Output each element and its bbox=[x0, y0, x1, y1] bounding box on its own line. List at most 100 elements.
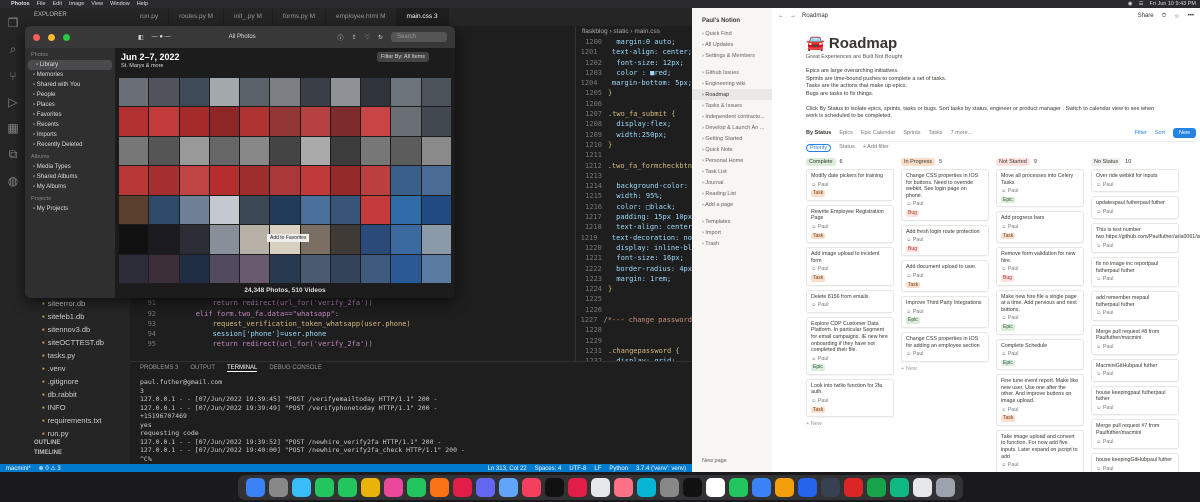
board-card[interactable]: Add document upload to user. ☺ Paul Task bbox=[901, 260, 989, 293]
dock-app-icon[interactable] bbox=[590, 477, 610, 497]
photo-thumbnail[interactable] bbox=[209, 195, 240, 225]
photo-thumbnail[interactable] bbox=[421, 195, 451, 225]
dock-app-icon[interactable] bbox=[912, 477, 932, 497]
photo-thumbnail[interactable] bbox=[119, 78, 149, 107]
status-eol[interactable]: LF bbox=[594, 466, 601, 472]
photo-thumbnail[interactable] bbox=[300, 195, 330, 225]
photo-thumbnail[interactable] bbox=[209, 107, 240, 136]
sort-link[interactable]: Sort bbox=[1155, 130, 1165, 136]
view-sprints[interactable]: Sprints bbox=[903, 130, 920, 136]
zoom-slider[interactable]: — ● — bbox=[152, 34, 171, 40]
photos-sidebar-item[interactable]: ▫ My Projects bbox=[25, 204, 115, 214]
view-epics[interactable]: Epics bbox=[839, 130, 852, 136]
notion-sidebar-item[interactable]: › Templates bbox=[692, 216, 772, 227]
dock-app-icon[interactable] bbox=[797, 477, 817, 497]
dock-app-icon[interactable] bbox=[843, 477, 863, 497]
photo-thumbnail[interactable] bbox=[209, 225, 240, 254]
photo-thumbnail[interactable] bbox=[149, 136, 179, 166]
photos-sidebar-item[interactable]: ▫ People bbox=[25, 90, 115, 100]
photo-thumbnail[interactable] bbox=[300, 254, 330, 283]
files-icon[interactable]: ❐ bbox=[8, 16, 19, 30]
photo-thumbnail[interactable] bbox=[209, 136, 240, 166]
dock-app-icon[interactable] bbox=[636, 477, 656, 497]
dock-app-icon[interactable] bbox=[866, 477, 886, 497]
dock-app-icon[interactable] bbox=[360, 477, 380, 497]
tab-init-py[interactable]: init_.py M bbox=[224, 8, 273, 26]
photo-thumbnail[interactable] bbox=[149, 107, 179, 136]
source-control-icon[interactable]: ⑂ bbox=[9, 69, 16, 83]
status-language[interactable]: Python bbox=[609, 466, 628, 472]
tab-run-py[interactable]: run.py bbox=[130, 8, 170, 26]
notion-sidebar-item[interactable]: › Github Issues bbox=[692, 67, 772, 78]
board-card[interactable]: Add fresh login route protection ☺ Paul Bu… bbox=[901, 224, 989, 257]
board-card[interactable]: Merge pull request #7 from Paulfuther/ma… bbox=[1091, 419, 1179, 450]
notion-sidebar-item[interactable]: › All Updates bbox=[692, 39, 772, 50]
notion-sidebar-item[interactable]: › Trash bbox=[692, 238, 772, 249]
board-card[interactable]: Modify date pickers for training ☺ Paul Ta… bbox=[806, 169, 894, 201]
page-breadcrumb[interactable]: Roadmap bbox=[802, 13, 828, 19]
photo-thumbnail[interactable] bbox=[240, 195, 270, 225]
minimize-button[interactable] bbox=[48, 33, 55, 41]
notion-sidebar-item[interactable]: › Quick Find bbox=[692, 28, 772, 39]
clock[interactable]: Fri Jun 10 9:43 PM bbox=[1150, 1, 1196, 7]
photos-sidebar-item[interactable]: ▫ Memories bbox=[25, 70, 115, 80]
photo-thumbnail[interactable] bbox=[149, 166, 179, 195]
view-epic-calendar[interactable]: Epic Calendar bbox=[861, 130, 896, 136]
notion-sidebar-item[interactable]: › Roadmap bbox=[692, 89, 772, 100]
file-item[interactable]: ▪ db.rabbit bbox=[26, 388, 130, 401]
dock-app-icon[interactable] bbox=[544, 477, 564, 497]
photo-thumbnail[interactable] bbox=[209, 254, 240, 283]
timeline-section[interactable]: TIMELINE bbox=[26, 448, 130, 458]
board-card[interactable]: updatespaul futherpaul futher ☺ Paul bbox=[1091, 196, 1179, 220]
board-card[interactable]: add remember mepaul futherpaul futher ☺ P… bbox=[1091, 290, 1179, 321]
dock-app-icon[interactable] bbox=[889, 477, 909, 497]
tab-employee-html[interactable]: employee.html M bbox=[326, 8, 397, 26]
photo-thumbnail[interactable] bbox=[330, 107, 361, 136]
css-breadcrumb[interactable]: flaskblog › static › main.css bbox=[576, 26, 692, 37]
share-button[interactable]: Share bbox=[1138, 13, 1154, 20]
add-card-button[interactable]: + New bbox=[901, 366, 989, 372]
photo-thumbnail[interactable] bbox=[179, 166, 209, 195]
status-position[interactable]: Ln 313, Col 22 bbox=[488, 466, 527, 472]
column-status[interactable]: Complete bbox=[806, 158, 836, 166]
run-debug-icon[interactable]: ▷ bbox=[8, 95, 17, 109]
status-problems[interactable]: ⊗ 0 ⚠ 3 bbox=[39, 465, 61, 472]
photo-thumbnail[interactable] bbox=[149, 195, 179, 225]
photo-thumbnail[interactable] bbox=[119, 195, 149, 225]
dock-app-icon[interactable] bbox=[659, 477, 679, 497]
panel-tab-terminal[interactable]: TERMINAL bbox=[227, 365, 258, 372]
docker-icon[interactable]: ◍ bbox=[8, 174, 18, 188]
sidebar-toggle-icon[interactable]: ◧ bbox=[138, 34, 144, 41]
back-icon[interactable]: ← bbox=[778, 13, 784, 19]
photo-thumbnail[interactable] bbox=[119, 136, 149, 166]
photo-thumbnail[interactable] bbox=[361, 166, 391, 195]
photos-sidebar-item[interactable]: ▫ Recents bbox=[25, 120, 115, 130]
photo-thumbnail[interactable] bbox=[179, 195, 209, 225]
dock-app-icon[interactable] bbox=[337, 477, 357, 497]
board-card[interactable]: Move all processes into Celery Tasks ☺ Pa… bbox=[996, 169, 1084, 208]
workspace-switcher[interactable]: Paul's Notion bbox=[692, 8, 772, 28]
dock-app-icon[interactable] bbox=[935, 477, 955, 497]
photo-thumbnail[interactable] bbox=[270, 166, 300, 195]
photo-thumbnail[interactable] bbox=[391, 225, 421, 254]
board-card[interactable]: Explore CDP Customer Data Platform. In p… bbox=[806, 316, 894, 375]
add-card-button[interactable]: + New bbox=[806, 421, 894, 427]
board-card[interactable]: This is test number two.https://github.c… bbox=[1091, 223, 1200, 254]
editor-right-pane[interactable]: flaskblog › static › main.css 1200 margi… bbox=[575, 26, 692, 376]
photo-thumbnail[interactable] bbox=[300, 166, 330, 195]
photo-thumbnail[interactable] bbox=[119, 107, 149, 136]
photos-sidebar-item[interactable]: ▫ Favorites bbox=[25, 110, 115, 120]
board-card[interactable]: MacminiGitHubpaul futher ☺ Paul bbox=[1091, 358, 1179, 382]
photo-thumbnail[interactable] bbox=[391, 136, 421, 166]
column-status[interactable]: No Status bbox=[1091, 158, 1122, 166]
photos-sidebar-item[interactable]: ▫ Shared with You bbox=[25, 80, 115, 90]
board-card[interactable]: Change CSS properties in IOS for buttons… bbox=[901, 169, 989, 221]
photo-thumbnail[interactable] bbox=[391, 107, 421, 136]
column-status[interactable]: In Progress bbox=[901, 158, 936, 166]
view-by-status[interactable]: By Status bbox=[806, 130, 831, 136]
status-spaces[interactable]: Spaces: 4 bbox=[535, 466, 562, 472]
board-card[interactable]: Delete 8156 from emails ☺ Paul bbox=[806, 289, 894, 313]
photo-thumbnail[interactable] bbox=[330, 195, 361, 225]
photo-thumbnail[interactable] bbox=[270, 254, 300, 283]
board-card[interactable]: Complete Schedule ☺ Paul Epic bbox=[996, 338, 1084, 371]
